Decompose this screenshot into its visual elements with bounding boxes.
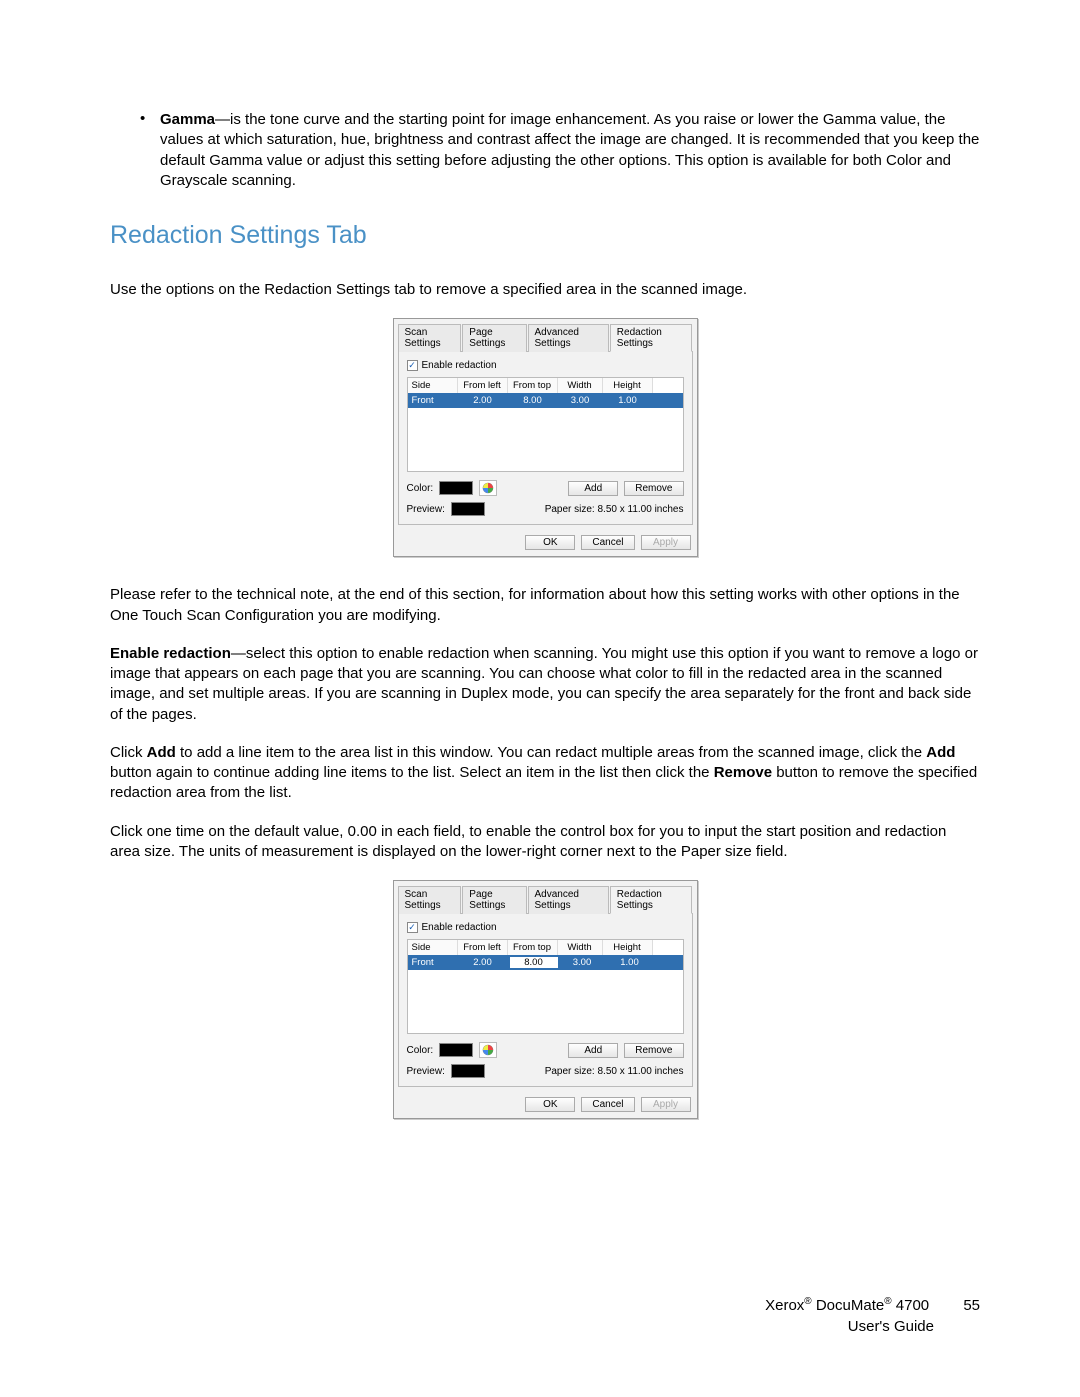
tab-page-settings[interactable]: Page Settings (462, 886, 526, 914)
tab-scan-settings[interactable]: Scan Settings (398, 324, 462, 352)
paragraph-click-default: Click one time on the default value, 0.0… (110, 822, 980, 863)
page-footer: Xerox® DocuMate® 4700 55 User's Guide (765, 1295, 980, 1337)
gamma-bullet: • Gamma—is the tone curve and the starti… (140, 110, 980, 191)
add-button[interactable]: Add (568, 1043, 618, 1058)
ok-button[interactable]: OK (525, 1097, 575, 1112)
tab-page-settings[interactable]: Page Settings (462, 324, 526, 352)
gamma-desc: —is the tone curve and the starting poin… (160, 111, 979, 189)
apply-button[interactable]: Apply (641, 535, 691, 550)
section-heading: Redaction Settings Tab (110, 221, 980, 250)
bullet-text: Gamma—is the tone curve and the starting… (160, 110, 980, 191)
tab-redaction-settings[interactable]: Redaction Settings (610, 886, 692, 914)
footer-guide: User's Guide (765, 1316, 980, 1337)
tab-advanced-settings[interactable]: Advanced Settings (528, 324, 609, 352)
paper-size: Paper size: 8.50 x 11.00 inches (545, 1066, 684, 1077)
enable-redaction-term: Enable redaction (110, 645, 231, 662)
paper-size: Paper size: 8.50 x 11.00 inches (545, 504, 684, 515)
paragraph-technote: Please refer to the technical note, at t… (110, 585, 980, 626)
redaction-list[interactable]: Side From left From top Width Height Fro… (407, 377, 684, 472)
table-row[interactable]: Front 2.00 8.00 3.00 1.00 (408, 955, 683, 970)
preview-swatch (451, 502, 485, 516)
col-top: From top (508, 378, 558, 393)
enable-redaction-checkbox[interactable]: ✓ (407, 360, 418, 371)
col-side: Side (408, 378, 458, 393)
tab-scan-settings[interactable]: Scan Settings (398, 886, 462, 914)
preview-label: Preview: (407, 504, 445, 515)
ok-button[interactable]: OK (525, 535, 575, 550)
preview-swatch (451, 1064, 485, 1078)
color-label: Color: (407, 483, 434, 494)
enable-redaction-label: Enable redaction (422, 360, 497, 371)
remove-button[interactable]: Remove (624, 481, 683, 496)
add-button[interactable]: Add (568, 481, 618, 496)
cancel-button[interactable]: Cancel (581, 535, 634, 550)
page-number: 55 (963, 1295, 980, 1316)
remove-button[interactable]: Remove (624, 1043, 683, 1058)
color-picker-icon[interactable] (479, 480, 497, 496)
paragraph-add-remove: Click Add to add a line item to the area… (110, 743, 980, 804)
tab-redaction-settings[interactable]: Redaction Settings (610, 324, 692, 352)
enable-redaction-checkbox[interactable]: ✓ (407, 922, 418, 933)
intro-paragraph: Use the options on the Redaction Setting… (110, 280, 980, 300)
gamma-term: Gamma (160, 111, 215, 128)
color-swatch[interactable] (439, 481, 473, 495)
color-swatch[interactable] (439, 1043, 473, 1057)
tab-advanced-settings[interactable]: Advanced Settings (528, 886, 609, 914)
col-left: From left (458, 378, 508, 393)
apply-button[interactable]: Apply (641, 1097, 691, 1112)
table-row[interactable]: Front 2.00 8.00 3.00 1.00 (408, 393, 683, 408)
col-width: Width (558, 378, 603, 393)
redaction-dialog-1: Scan Settings Page Settings Advanced Set… (393, 318, 698, 557)
bullet-dot: • (140, 110, 160, 191)
cancel-button[interactable]: Cancel (581, 1097, 634, 1112)
redaction-list[interactable]: Side From left From top Width Height Fro… (407, 939, 684, 1034)
redaction-dialog-2: Scan Settings Page Settings Advanced Set… (393, 880, 698, 1119)
from-top-input[interactable]: 8.00 (509, 956, 559, 969)
enable-redaction-label: Enable redaction (422, 922, 497, 933)
paragraph-enable-redaction: Enable redaction—select this option to e… (110, 644, 980, 725)
color-picker-icon[interactable] (479, 1042, 497, 1058)
col-height: Height (603, 378, 653, 393)
